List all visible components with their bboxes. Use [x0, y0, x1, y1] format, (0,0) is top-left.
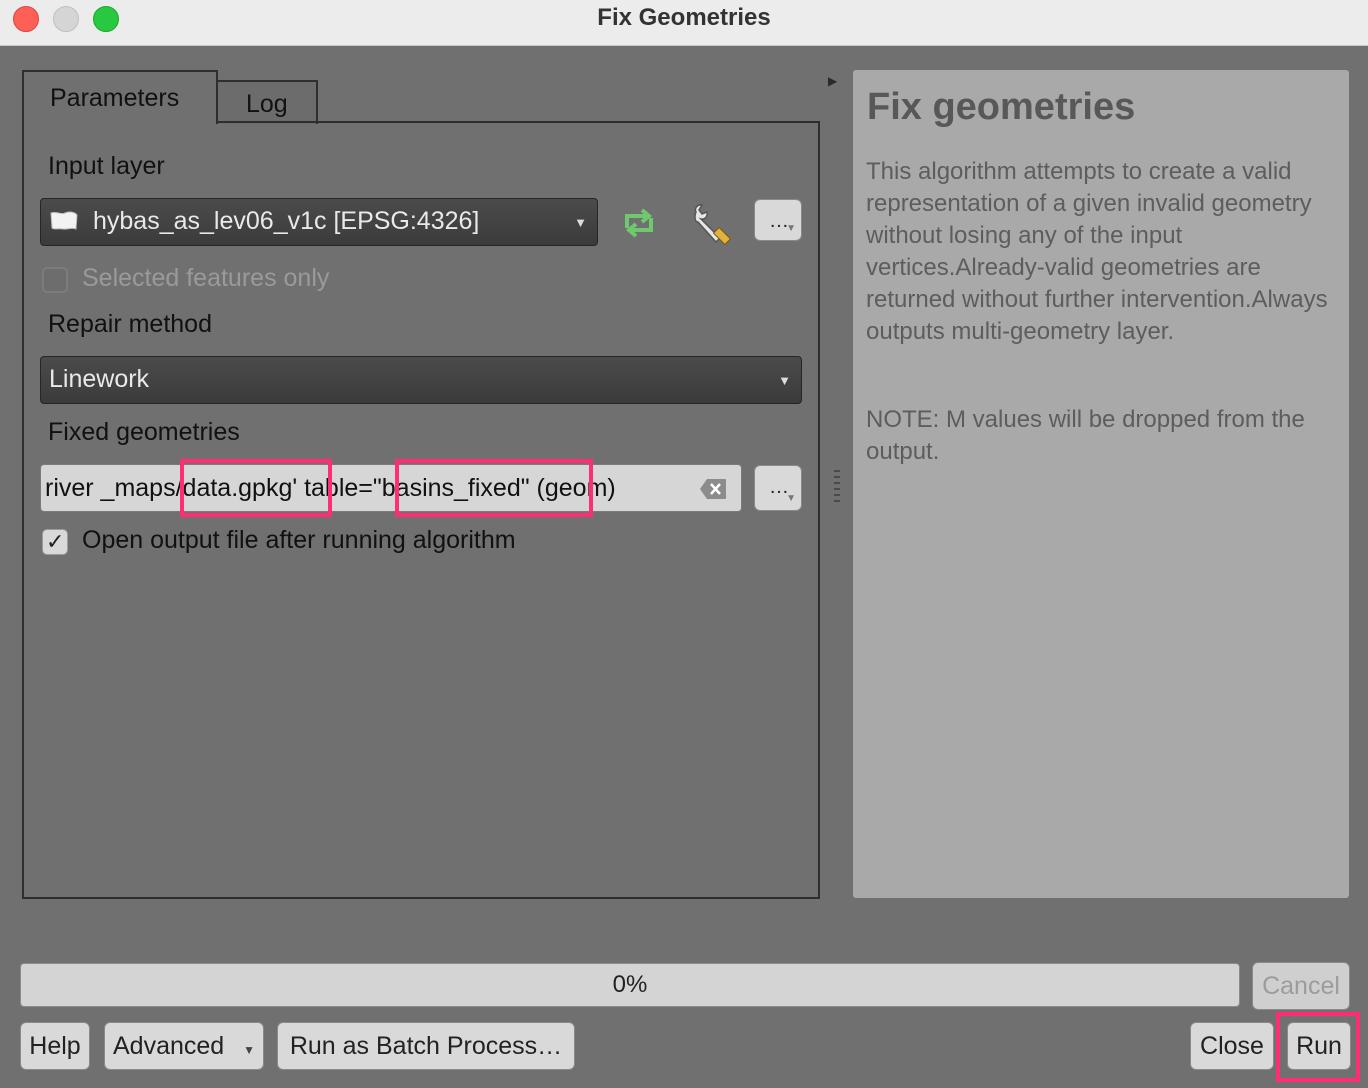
checkmark-icon: ✓ — [46, 529, 65, 554]
tab-parameters[interactable]: Parameters — [22, 70, 218, 124]
chevron-down-icon: ▼ — [778, 373, 791, 388]
chevron-down-icon: ▼ — [574, 215, 587, 230]
close-button[interactable]: Close — [1190, 1022, 1274, 1070]
collapse-help-arrow-icon[interactable]: ▶ — [828, 74, 837, 88]
progress-text: 0% — [612, 971, 648, 998]
repair-method-value: Linework — [49, 365, 150, 393]
input-layer-label: Input layer — [48, 152, 165, 180]
highlight-table-name — [395, 459, 593, 517]
help-title: Fix geometries — [867, 86, 1136, 128]
highlight-gpkg-path — [180, 459, 332, 517]
advanced-button[interactable]: Advanced ▼ — [104, 1022, 264, 1070]
window-title: Fix Geometries — [597, 4, 771, 31]
fixed-geometries-label: Fixed geometries — [48, 418, 240, 446]
clear-icon[interactable] — [699, 478, 727, 500]
iterate-icon[interactable] — [618, 204, 660, 242]
input-layer-options-button[interactable]: … ▼ — [754, 199, 802, 241]
open-output-checkbox[interactable]: ✓ — [42, 529, 68, 555]
input-layer-value: hybas_as_lev06_v1c [EPSG:4326] — [93, 207, 480, 235]
highlight-run-button — [1276, 1012, 1360, 1082]
selected-features-only-checkbox[interactable] — [42, 267, 68, 293]
title-bar: Fix Geometries — [0, 0, 1368, 46]
repair-method-label: Repair method — [48, 310, 212, 338]
progress-bar: 0% — [20, 963, 1240, 1007]
open-output-label: Open output file after running algorithm — [82, 526, 516, 554]
polygon-layer-icon — [50, 211, 78, 230]
selected-features-only-label: Selected features only — [82, 264, 330, 292]
repair-method-combobox[interactable]: Linework ▼ — [40, 356, 802, 404]
splitter-handle[interactable] — [834, 470, 840, 506]
wrench-icon[interactable] — [690, 202, 734, 246]
input-layer-combobox[interactable]: hybas_as_lev06_v1c [EPSG:4326] ▼ — [40, 198, 598, 246]
run-as-batch-button[interactable]: Run as Batch Process… — [277, 1022, 575, 1070]
advanced-label: Advanced — [113, 1032, 225, 1060]
help-description: This algorithm attempts to create a vali… — [866, 158, 1328, 345]
help-note: NOTE: M values will be dropped from the … — [866, 406, 1305, 465]
tab-log[interactable]: Log — [216, 80, 318, 124]
chevron-down-icon: ▼ — [786, 493, 796, 504]
output-options-button[interactable]: … ▼ — [754, 465, 802, 511]
cancel-button[interactable]: Cancel — [1252, 962, 1350, 1010]
chevron-down-icon: ▼ — [243, 1043, 255, 1057]
chevron-down-icon: ▼ — [786, 223, 796, 234]
help-button[interactable]: Help — [20, 1022, 90, 1070]
help-panel: Fix geometries This algorithm attempts t… — [853, 70, 1349, 898]
fixed-geometries-output-field[interactable]: river _maps/data.gpkg' table="basins_fix… — [40, 464, 742, 512]
